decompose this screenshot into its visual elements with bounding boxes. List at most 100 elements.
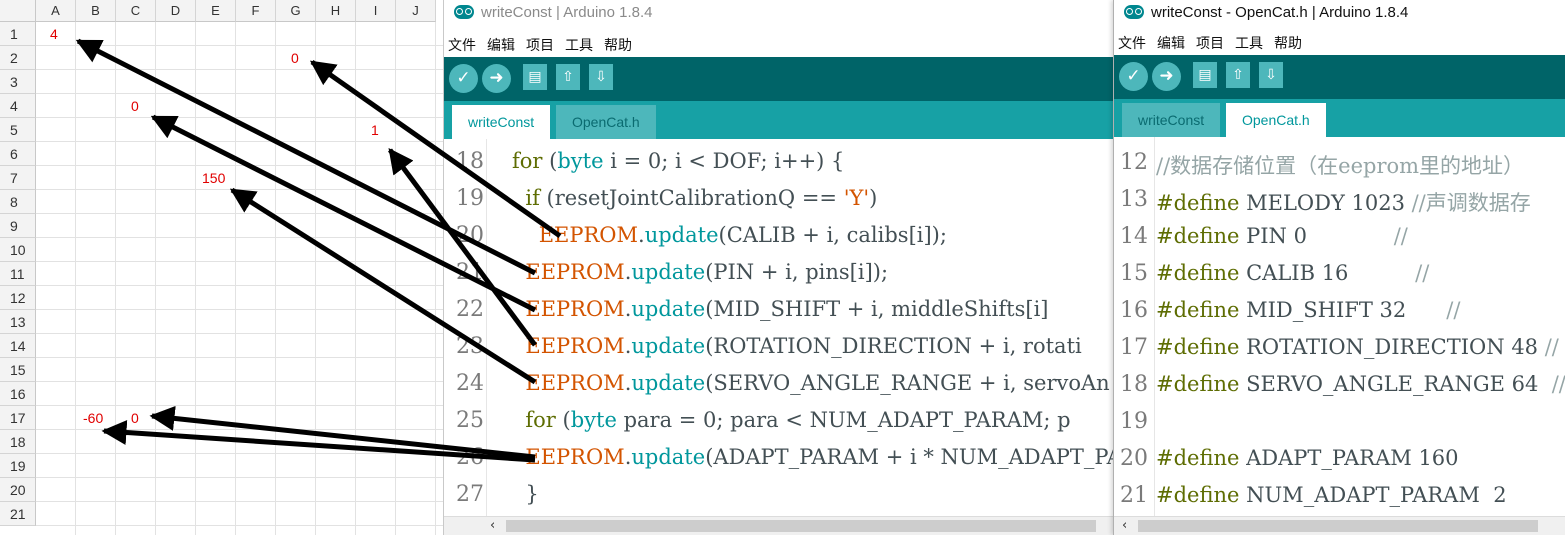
row-header[interactable]: 4 <box>0 94 36 118</box>
title-bar: writeConst - OpenCat.h | Arduino 1.8.4 <box>1114 0 1565 30</box>
new-icon[interactable]: ▤ <box>1193 62 1217 88</box>
code-line-27: } <box>512 482 539 506</box>
row-header[interactable]: 9 <box>0 214 36 238</box>
line-number: 22 <box>456 297 484 322</box>
line-number: 24 <box>456 371 484 396</box>
column-header[interactable]: B <box>76 0 116 22</box>
line-number: 19 <box>1120 409 1148 434</box>
row-header[interactable]: 3 <box>0 70 36 94</box>
line-number: 18 <box>456 149 484 174</box>
scroll-left-icon[interactable]: ‹ <box>1122 517 1127 535</box>
row-header[interactable]: 1 <box>0 22 36 46</box>
menu-sketch[interactable]: 项目 <box>1196 33 1224 53</box>
menu-bar: 文件 编辑 项目 工具 帮助 <box>1114 30 1565 52</box>
cell-b17[interactable]: -60 <box>83 406 103 430</box>
menu-sketch[interactable]: 项目 <box>526 35 554 55</box>
column-header[interactable]: F <box>236 0 276 22</box>
grid-line <box>36 141 443 142</box>
cell-c17[interactable]: 0 <box>131 406 139 430</box>
arduino-window-opencat-h: writeConst - OpenCat.h | Arduino 1.8.4 文… <box>1113 0 1565 535</box>
row-header[interactable]: 12 <box>0 286 36 310</box>
scroll-thumb[interactable] <box>506 520 1096 532</box>
row-header[interactable]: 18 <box>0 430 36 454</box>
code-line-20: EEPROM.update(CALIB + i, calibs[i]); <box>538 223 947 247</box>
grid-line <box>75 22 76 535</box>
row-header[interactable]: 14 <box>0 334 36 358</box>
row-header[interactable]: 10 <box>0 238 36 262</box>
row-header[interactable]: 5 <box>0 118 36 142</box>
column-header[interactable]: C <box>116 0 156 22</box>
cell-a1[interactable]: 4 <box>50 22 58 46</box>
row-header[interactable]: 16 <box>0 382 36 406</box>
menu-edit[interactable]: 编辑 <box>1157 33 1185 53</box>
code-editor[interactable]: 18 19 20 21 22 23 24 25 26 27 for (byte … <box>444 139 1114 517</box>
menu-tools[interactable]: 工具 <box>565 35 593 55</box>
row-header[interactable]: 21 <box>0 502 36 526</box>
code-line-16: #define MID_SHIFT 32 // <box>1156 298 1461 322</box>
column-header[interactable]: A <box>36 0 76 22</box>
horizontal-scrollbar[interactable]: ‹ <box>444 516 1114 535</box>
open-icon[interactable]: ⇧ <box>556 64 580 90</box>
menu-help[interactable]: 帮助 <box>1274 33 1302 53</box>
tab-opencat-h[interactable]: OpenCat.h <box>1226 103 1326 137</box>
line-number: 18 <box>1120 372 1148 397</box>
row-header[interactable]: 17 <box>0 406 36 430</box>
upload-icon[interactable]: ➜ <box>482 64 511 93</box>
menu-edit[interactable]: 编辑 <box>487 35 515 55</box>
code-line-20: #define ADAPT_PARAM 160 <box>1156 446 1459 470</box>
select-all-corner[interactable] <box>0 0 36 22</box>
column-header[interactable]: E <box>196 0 236 22</box>
grid-line <box>155 22 156 535</box>
menu-help[interactable]: 帮助 <box>604 35 632 55</box>
column-header[interactable]: J <box>396 0 436 22</box>
code-line-17: #define ROTATION_DIRECTION 48 // <box>1156 335 1559 359</box>
column-header[interactable]: G <box>276 0 316 22</box>
horizontal-scrollbar[interactable]: ‹ <box>1114 516 1565 535</box>
grid-line <box>195 22 196 535</box>
line-number: 12 <box>1120 150 1148 175</box>
row-header[interactable]: 8 <box>0 190 36 214</box>
row-header[interactable]: 2 <box>0 46 36 70</box>
row-header[interactable]: 6 <box>0 142 36 166</box>
line-number: 26 <box>456 445 484 470</box>
verify-icon[interactable]: ✓ <box>1119 62 1148 91</box>
grid-line <box>36 525 443 526</box>
tab-writeconst[interactable]: writeConst <box>1122 103 1221 137</box>
tab-writeconst[interactable]: writeConst <box>452 105 551 139</box>
menu-file[interactable]: 文件 <box>448 35 476 55</box>
line-number: 20 <box>456 223 484 248</box>
grid-line <box>235 22 236 535</box>
column-header[interactable]: D <box>156 0 196 22</box>
grid-line <box>36 309 443 310</box>
row-header[interactable]: 19 <box>0 454 36 478</box>
row-header[interactable]: 13 <box>0 310 36 334</box>
code-editor[interactable]: 12 13 14 15 16 17 18 19 20 21 //数据存储位置（在… <box>1114 137 1565 517</box>
column-header[interactable]: H <box>316 0 356 22</box>
cell-i5[interactable]: 1 <box>371 118 379 142</box>
menu-file[interactable]: 文件 <box>1118 33 1146 53</box>
verify-icon[interactable]: ✓ <box>449 64 478 93</box>
save-icon[interactable]: ⇩ <box>1259 62 1283 88</box>
line-number: 13 <box>1120 187 1148 212</box>
row-header[interactable]: 20 <box>0 478 36 502</box>
scroll-thumb[interactable] <box>1138 520 1538 532</box>
line-number: 27 <box>456 482 484 507</box>
title-bar: writeConst | Arduino 1.8.4 <box>444 0 1114 30</box>
cell-g2[interactable]: 0 <box>291 46 299 70</box>
new-icon[interactable]: ▤ <box>523 64 547 90</box>
row-header[interactable]: 11 <box>0 262 36 286</box>
code-line-15: #define CALIB 16 // <box>1156 261 1430 285</box>
grid-line <box>355 22 356 535</box>
save-icon[interactable]: ⇩ <box>589 64 613 90</box>
grid-line <box>435 22 436 535</box>
row-header[interactable]: 15 <box>0 358 36 382</box>
cell-c4[interactable]: 0 <box>131 94 139 118</box>
row-header[interactable]: 7 <box>0 166 36 190</box>
cell-e7[interactable]: 150 <box>202 166 225 190</box>
tab-opencat-h[interactable]: OpenCat.h <box>556 105 656 139</box>
column-header[interactable]: I <box>356 0 396 22</box>
scroll-left-icon[interactable]: ‹ <box>490 517 495 535</box>
open-icon[interactable]: ⇧ <box>1226 62 1250 88</box>
menu-tools[interactable]: 工具 <box>1235 33 1263 53</box>
upload-icon[interactable]: ➜ <box>1152 62 1181 91</box>
